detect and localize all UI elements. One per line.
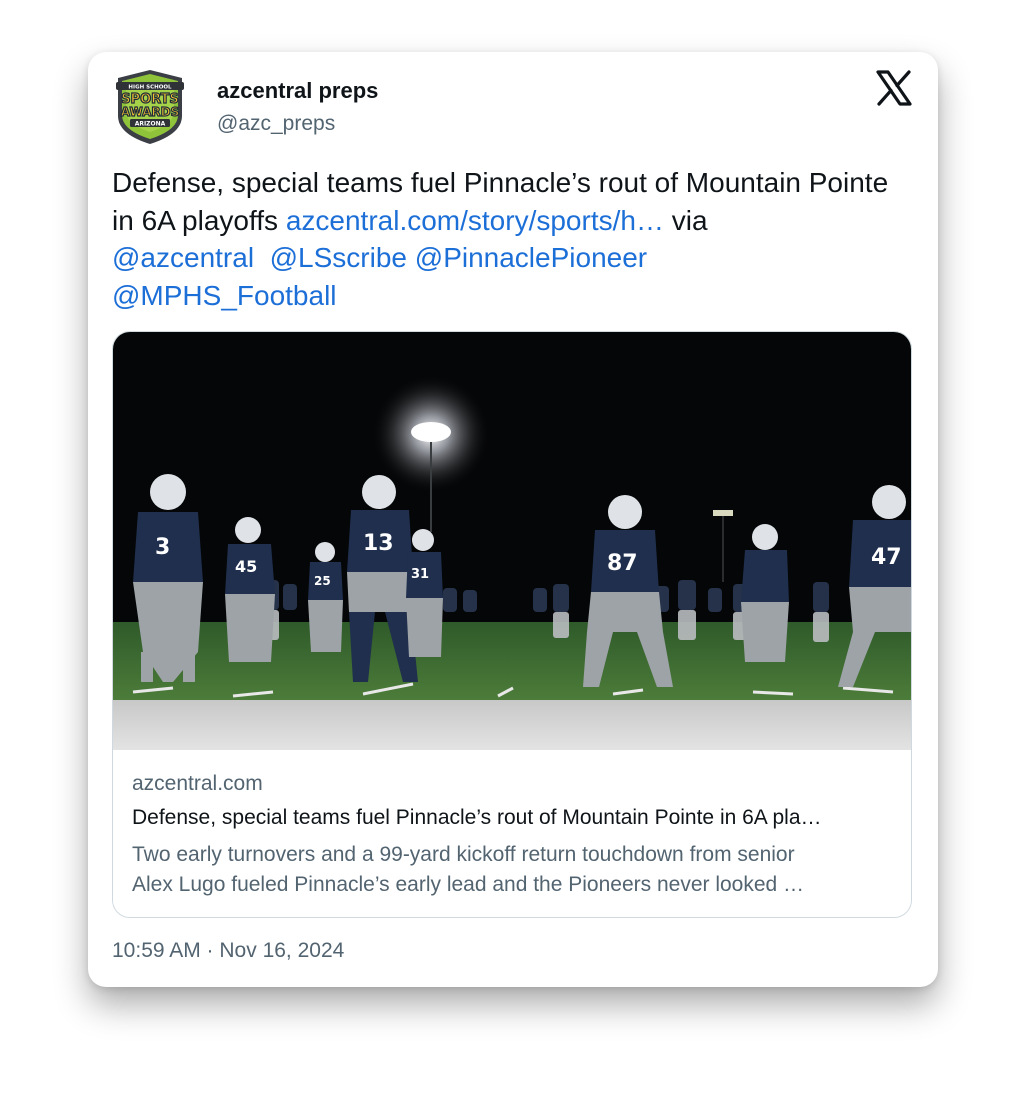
link-description-line1: Two early turnovers and a 99-yard kickof… bbox=[132, 843, 795, 866]
logo-arizona-text: ARIZONA bbox=[135, 121, 166, 128]
tweet-header: HIGH SCHOOL SPORTS AWARDS ARIZONA azcent… bbox=[112, 68, 914, 148]
avatar[interactable]: HIGH SCHOOL SPORTS AWARDS ARIZONA bbox=[112, 68, 188, 146]
jersey-number: 13 bbox=[363, 531, 394, 556]
tweet-text: Defense, special teams fuel Pinnacle’s r… bbox=[112, 164, 902, 314]
link-preview-card[interactable]: 3 45 13 25 31 87 47 azcentral.com Defens… bbox=[112, 331, 912, 918]
link-preview-meta: azcentral.com Defense, special teams fue… bbox=[113, 750, 911, 917]
logo-awards-text: AWARDS bbox=[121, 105, 180, 119]
tweet-card: HIGH SCHOOL SPORTS AWARDS ARIZONA azcent… bbox=[88, 52, 938, 987]
jersey-number: 45 bbox=[235, 557, 257, 576]
article-link[interactable]: azcentral.com/story/sports/h… bbox=[286, 205, 664, 236]
x-logo-icon[interactable] bbox=[876, 70, 912, 106]
link-description: Two early turnovers and a 99-yard kickof… bbox=[132, 840, 892, 900]
mention-azcentral[interactable]: @azcentral bbox=[112, 242, 254, 273]
jersey-number: 47 bbox=[871, 545, 902, 570]
via-text: via bbox=[663, 204, 708, 236]
author-handle[interactable]: @azc_preps bbox=[217, 112, 335, 136]
link-description-line2: Alex Lugo fueled Pinnacle’s early lead a… bbox=[132, 873, 805, 896]
jersey-number: 87 bbox=[607, 551, 638, 576]
football-team-photo: 3 45 13 25 31 87 47 bbox=[113, 332, 911, 750]
tweet-timestamp[interactable]: 10:59 AM · Nov 16, 2024 bbox=[112, 939, 344, 963]
logo-top-text: HIGH SCHOOL bbox=[128, 85, 172, 91]
jersey-number: 3 bbox=[155, 535, 170, 560]
sports-awards-logo-icon: HIGH SCHOOL SPORTS AWARDS ARIZONA bbox=[116, 70, 184, 144]
jersey-number: 25 bbox=[314, 574, 331, 588]
jersey-number: 31 bbox=[411, 567, 429, 582]
mention-pinnaclepioneer[interactable]: @PinnaclePioneer bbox=[415, 242, 647, 273]
mention-lsscribe[interactable]: @LSscribe bbox=[270, 242, 407, 273]
link-title: Defense, special teams fuel Pinnacle’s r… bbox=[132, 806, 822, 829]
link-domain: azcentral.com bbox=[132, 772, 263, 795]
author-name[interactable]: azcentral preps bbox=[217, 78, 378, 104]
mention-mphs-football[interactable]: @MPHS_Football bbox=[112, 280, 337, 311]
